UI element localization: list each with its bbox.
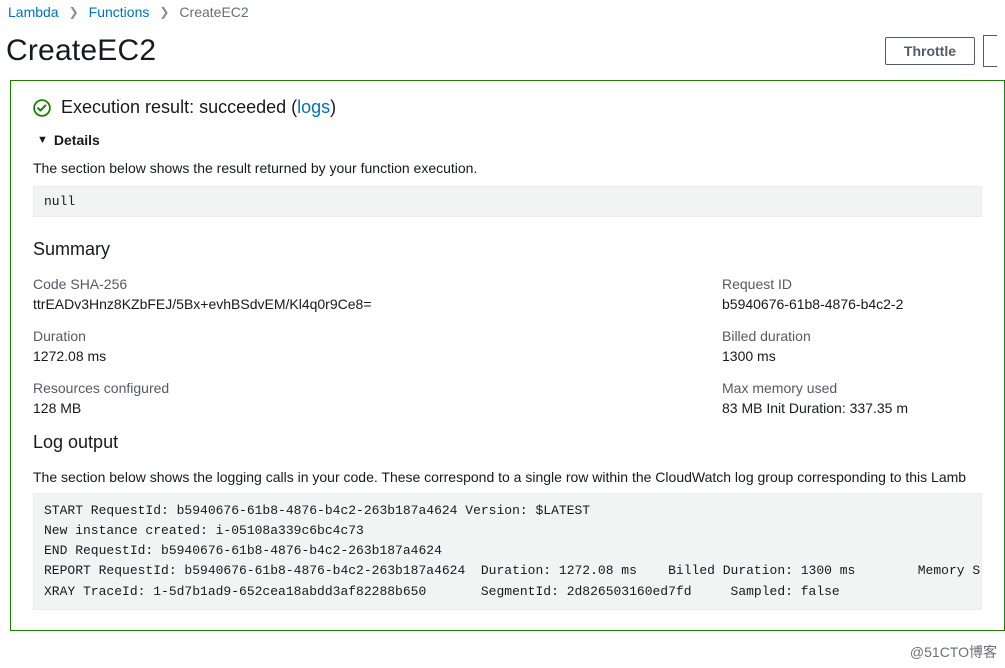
execution-result-panel: Execution result: succeeded (logs) ▼ Det… [10, 80, 1005, 631]
reqid-label: Request ID [722, 276, 982, 292]
billed-value: 1300 ms [722, 348, 982, 364]
breadcrumb-lambda[interactable]: Lambda [8, 4, 59, 20]
breadcrumb-current: CreateEC2 [179, 4, 248, 20]
sha-value: ttrEADv3Hnz8KZbFEJ/5Bx+evhBSdvEM/Kl4q0r9… [33, 296, 682, 312]
log-heading: Log output [33, 432, 982, 453]
breadcrumb: Lambda ❯ Functions ❯ CreateEC2 [0, 0, 1005, 28]
page-header: CreateEC2 Throttle [0, 28, 1005, 80]
watermark: @51CTO博客 [910, 642, 997, 662]
result-header: Execution result: succeeded (logs) [33, 97, 982, 118]
throttle-button[interactable]: Throttle [885, 37, 975, 65]
caret-down-icon: ▼ [37, 134, 48, 146]
return-value-box: null [33, 186, 982, 217]
result-prefix: Execution result: succeeded ( [61, 97, 297, 117]
resources-label: Resources configured [33, 380, 682, 396]
log-description: The section below shows the logging call… [33, 469, 982, 485]
chevron-right-icon: ❯ [159, 5, 169, 19]
success-icon [33, 99, 51, 117]
details-toggle[interactable]: ▼ Details [37, 132, 982, 148]
maxmem-value: 83 MB Init Duration: 337.35 m [722, 400, 982, 416]
duration-label: Duration [33, 328, 682, 344]
reqid-value: b5940676-61b8-4876-b4c2-2 [722, 296, 982, 312]
result-suffix: ) [330, 97, 336, 117]
logs-link[interactable]: logs [297, 97, 330, 117]
summary-heading: Summary [33, 239, 982, 260]
billed-label: Billed duration [722, 328, 982, 344]
details-label: Details [54, 132, 100, 148]
resources-value: 128 MB [33, 400, 682, 416]
breadcrumb-functions[interactable]: Functions [89, 4, 150, 20]
duration-value: 1272.08 ms [33, 348, 682, 364]
actions-button-fragment[interactable] [983, 35, 997, 67]
log-output-box: START RequestId: b5940676-61b8-4876-b4c2… [33, 493, 982, 610]
chevron-right-icon: ❯ [69, 5, 79, 19]
result-title: Execution result: succeeded (logs) [61, 97, 336, 118]
return-description: The section below shows the result retur… [33, 160, 982, 176]
page-title: CreateEC2 [6, 34, 877, 68]
sha-label: Code SHA-256 [33, 276, 682, 292]
maxmem-label: Max memory used [722, 380, 982, 396]
